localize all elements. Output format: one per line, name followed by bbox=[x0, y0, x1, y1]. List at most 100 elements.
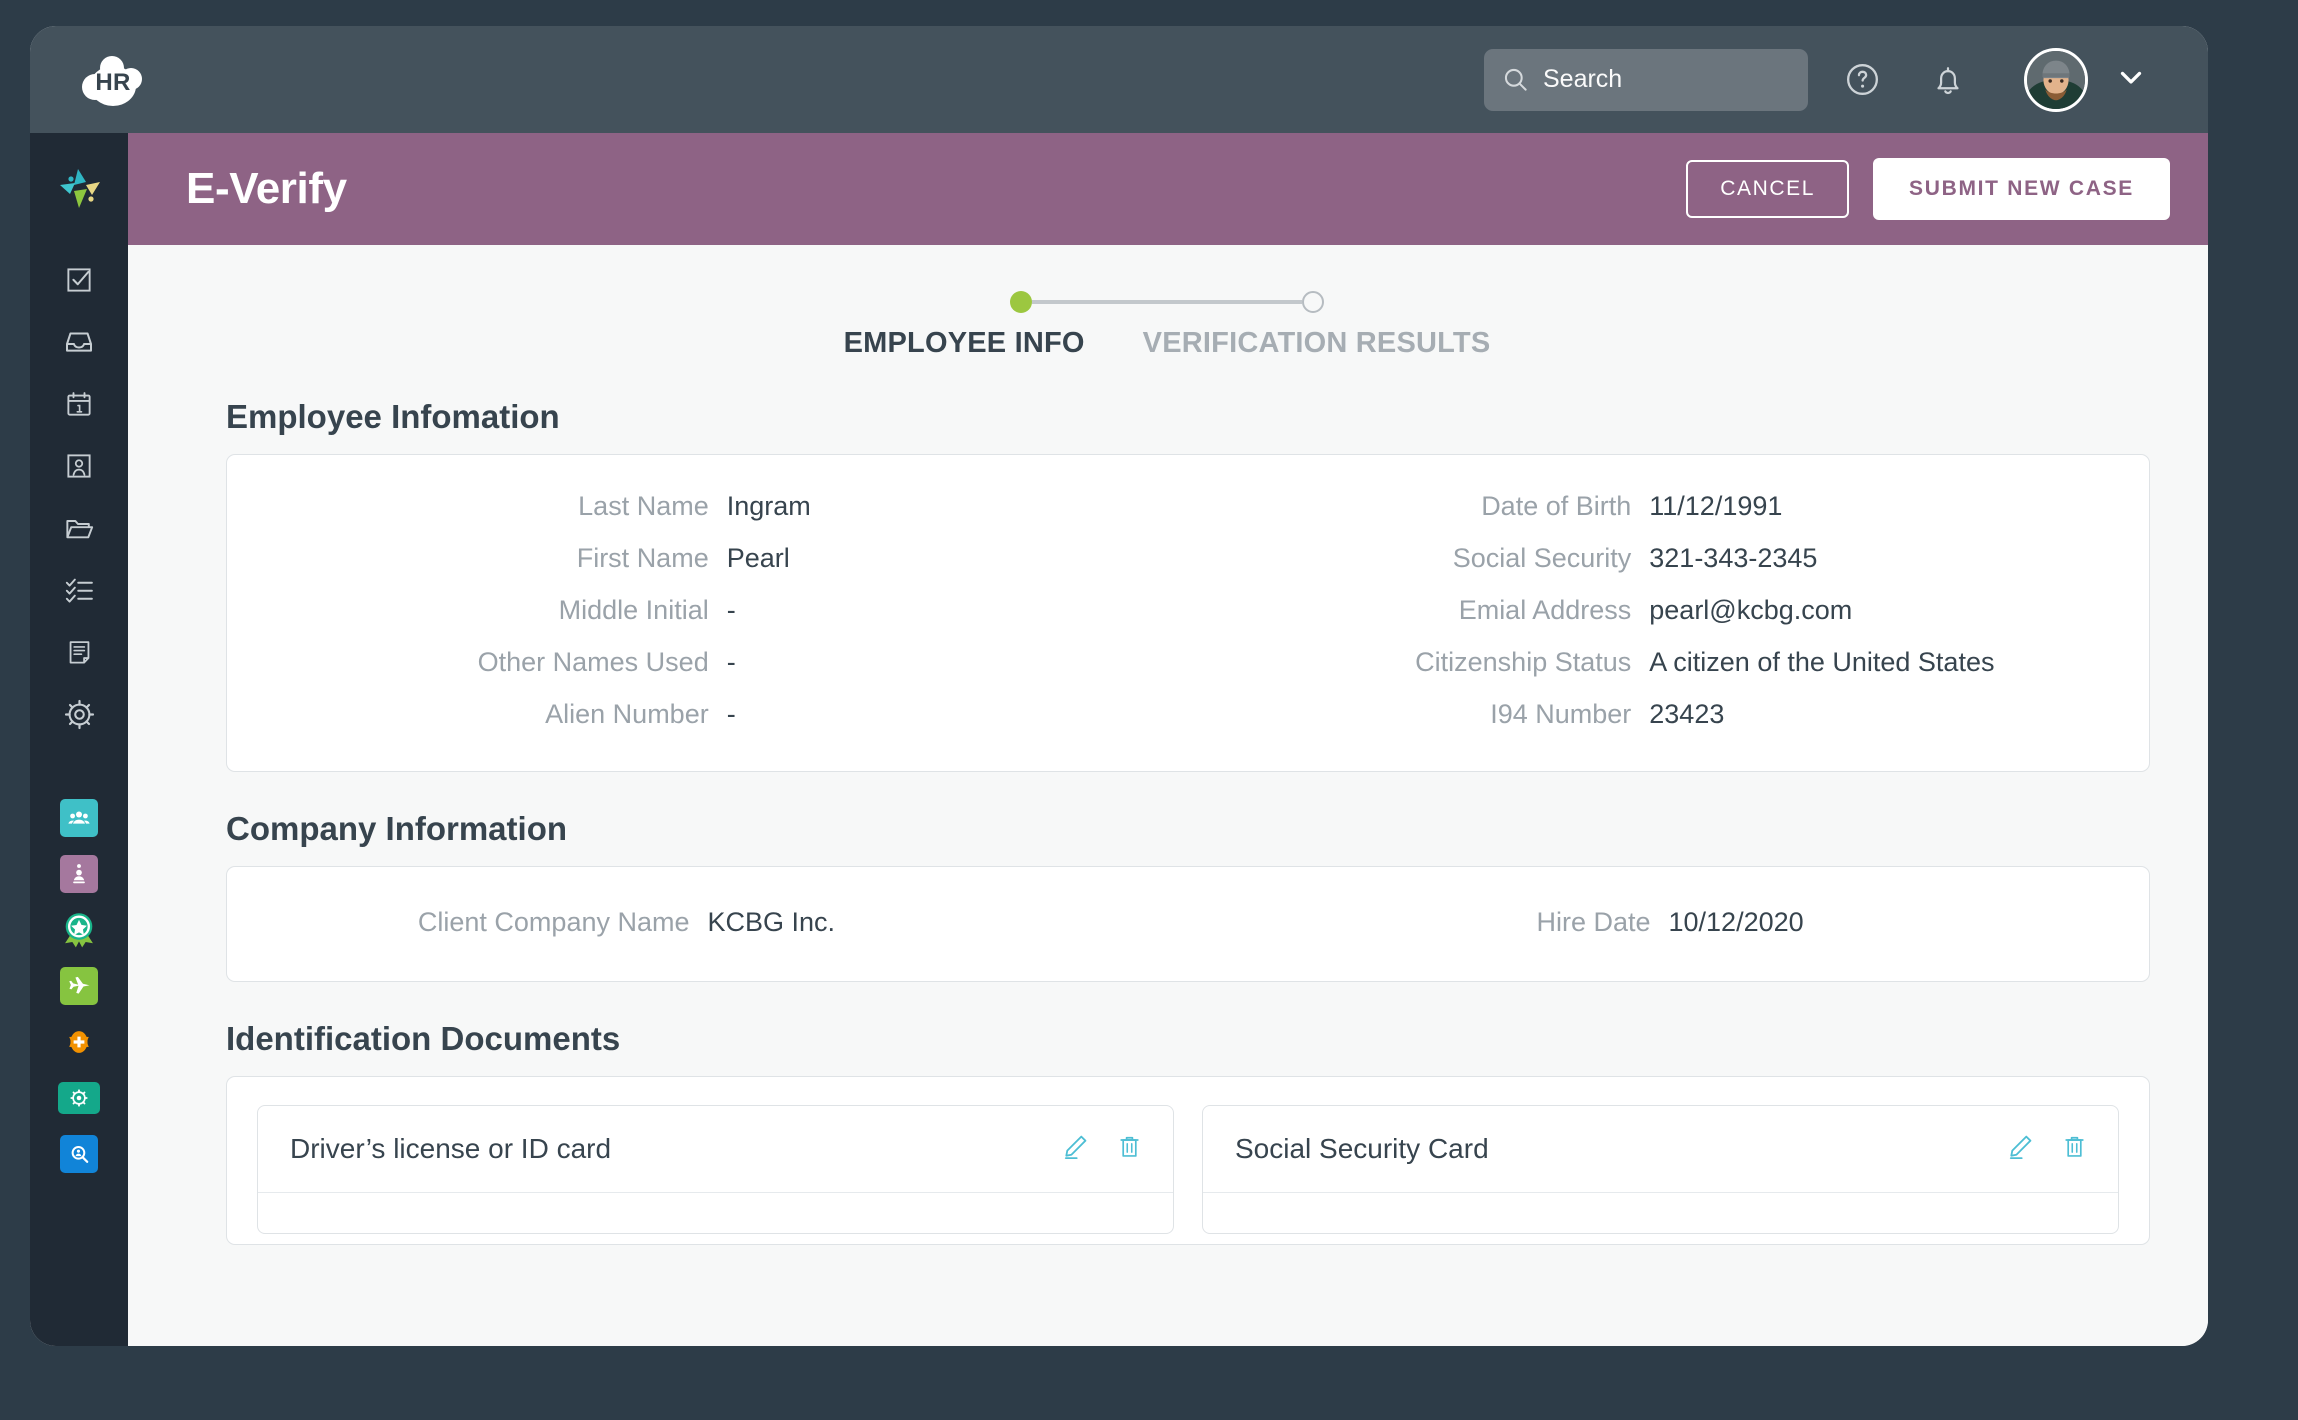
question-circle-icon bbox=[1846, 64, 1878, 95]
documents-section-title: Identification Documents bbox=[226, 1020, 621, 1057]
field-label: Emial Address bbox=[1458, 595, 1632, 625]
stepper-labels: EMPLOYEE INFO VERIFICATION RESULTS bbox=[844, 327, 1491, 360]
submit-new-case-button[interactable]: SUBMIT NEW CASE bbox=[1873, 158, 2170, 220]
stepper-track bbox=[844, 289, 1491, 315]
top-bar-actions: Search bbox=[1484, 47, 2148, 112]
step-dot-verification-results[interactable] bbox=[1301, 291, 1324, 313]
field-email-address: Emial Address pearl@kcbg.com bbox=[1188, 589, 2149, 631]
sidebar-item-tasks[interactable] bbox=[30, 257, 128, 303]
field-label: Date of Birth bbox=[1481, 491, 1632, 521]
sidebar-app-performance[interactable] bbox=[30, 907, 128, 953]
employee-info-card: Last Name Ingram First Name Pearl Middle… bbox=[226, 454, 2150, 772]
field-value: KCBG Inc. bbox=[707, 907, 836, 937]
app-body: E-Verify CANCEL SUBMIT NEW CASE EMPLOYEE… bbox=[30, 133, 2208, 1346]
company-section-title: Company Information bbox=[226, 810, 568, 847]
document-body bbox=[258, 1193, 1173, 1233]
field-value: 10/12/2020 bbox=[1668, 907, 1804, 937]
checkbox-icon bbox=[67, 268, 91, 292]
employee-section-title: Employee Infomation bbox=[226, 398, 560, 435]
field-value: Ingram bbox=[726, 491, 811, 521]
sidebar-item-reports[interactable] bbox=[30, 629, 128, 675]
calendar-icon bbox=[67, 392, 91, 416]
field-first-name: First Name Pearl bbox=[227, 537, 1188, 579]
edit-document-button[interactable] bbox=[1061, 1132, 1090, 1166]
company-info-card: Client Company Name KCBG Inc. Hire Date … bbox=[226, 866, 2150, 982]
field-value: - bbox=[726, 699, 736, 729]
bell-icon bbox=[1937, 66, 1959, 94]
cancel-button[interactable]: CANCEL bbox=[1686, 160, 1849, 218]
field-client-company-name: Client Company Name KCBG Inc. bbox=[227, 901, 1188, 943]
airplane-app-icon bbox=[60, 967, 98, 1005]
chevron-down-icon bbox=[2120, 71, 2142, 84]
top-bar: HR Search bbox=[30, 26, 2208, 133]
checklist-icon bbox=[65, 578, 93, 603]
page-content: EMPLOYEE INFO VERIFICATION RESULTS Emplo… bbox=[128, 245, 2208, 1346]
document-tile: Social Security Card bbox=[1202, 1105, 2119, 1234]
document-body bbox=[1203, 1193, 2118, 1233]
field-middle-initial: Middle Initial - bbox=[227, 589, 1188, 631]
delete-document-button[interactable] bbox=[1116, 1133, 1143, 1165]
help-button[interactable] bbox=[1830, 48, 1894, 112]
sidebar-item-calendar[interactable] bbox=[30, 381, 128, 427]
account-menu-button[interactable] bbox=[2114, 60, 2148, 99]
page-header-actions: CANCEL SUBMIT NEW CASE bbox=[1686, 158, 2170, 220]
employee-left-column: Last Name Ingram First Name Pearl Middle… bbox=[227, 485, 1188, 735]
company-left-column: Client Company Name KCBG Inc. bbox=[227, 901, 1188, 943]
sidebar-app-people[interactable] bbox=[30, 795, 128, 841]
field-other-names-used: Other Names Used - bbox=[227, 641, 1188, 683]
sidebar-item-documents[interactable] bbox=[30, 505, 128, 551]
field-hire-date: Hire Date 10/12/2020 bbox=[1188, 901, 2149, 943]
field-label: First Name bbox=[576, 543, 709, 573]
notifications-button[interactable] bbox=[1916, 48, 1980, 112]
sidebar-item-settings[interactable] bbox=[30, 691, 128, 737]
pencil-icon bbox=[1064, 1135, 1087, 1160]
field-label: Citizenship Status bbox=[1415, 647, 1632, 677]
hr-logo-text: HR bbox=[95, 68, 131, 96]
field-label: Alien Number bbox=[545, 699, 709, 729]
sidebar-app-benefits[interactable] bbox=[30, 1019, 128, 1065]
search-input[interactable]: Search bbox=[1484, 48, 1808, 111]
plus-shield-app-icon bbox=[60, 1023, 98, 1061]
tab-employee-info[interactable]: EMPLOYEE INFO bbox=[844, 327, 1085, 360]
tab-verification-results[interactable]: VERIFICATION RESULTS bbox=[1143, 327, 1491, 360]
sidebar-app-time-off[interactable] bbox=[30, 963, 128, 1009]
delete-document-button[interactable] bbox=[2061, 1133, 2088, 1165]
field-i94-number: I94 Number 23423 bbox=[1188, 693, 2149, 735]
search-icon bbox=[1504, 68, 1527, 91]
document-title: Driver’s license or ID card bbox=[290, 1133, 612, 1164]
gear-icon bbox=[64, 699, 94, 729]
clipboard-app-icon bbox=[60, 855, 98, 893]
trash-icon bbox=[1120, 1136, 1139, 1157]
edit-document-button[interactable] bbox=[2006, 1132, 2035, 1166]
identification-documents-card: Driver’s license or ID card Social Secur… bbox=[226, 1076, 2150, 1245]
document-title: Social Security Card bbox=[1235, 1133, 1489, 1164]
document-icon bbox=[69, 640, 89, 664]
main-area: E-Verify CANCEL SUBMIT NEW CASE EMPLOYEE… bbox=[128, 133, 2208, 1346]
field-value: 321-343-2345 bbox=[1649, 543, 1818, 573]
avatar-image bbox=[2027, 50, 2085, 109]
sidebar-app-verify[interactable] bbox=[30, 1131, 128, 1177]
employee-card-icon bbox=[67, 454, 91, 478]
field-label: Client Company Name bbox=[417, 907, 690, 937]
sidebar-brand[interactable] bbox=[30, 151, 128, 227]
sidebar-app-admin[interactable] bbox=[30, 1075, 128, 1121]
field-label: I94 Number bbox=[1490, 699, 1632, 729]
step-dot-employee-info[interactable] bbox=[1009, 291, 1032, 313]
page-header: E-Verify CANCEL SUBMIT NEW CASE bbox=[128, 133, 2208, 245]
sidebar-item-inbox[interactable] bbox=[30, 319, 128, 365]
field-value: Pearl bbox=[726, 543, 790, 573]
hr-cloud-logo[interactable]: HR bbox=[80, 54, 146, 106]
sidebar-app-onboarding[interactable] bbox=[30, 851, 128, 897]
field-date-of-birth: Date of Birth 11/12/1991 bbox=[1188, 485, 2149, 527]
field-value: 23423 bbox=[1649, 699, 1725, 729]
sidebar-item-employees[interactable] bbox=[30, 443, 128, 489]
employee-right-column: Date of Birth 11/12/1991 Social Security… bbox=[1188, 485, 2149, 735]
search-placeholder-text: Search bbox=[1543, 65, 1623, 93]
sidebar-item-checklist[interactable] bbox=[30, 567, 128, 613]
app-window: HR Search E-Verify CANCEL SUBMIT NEW CAS… bbox=[30, 26, 2208, 1346]
avatar[interactable] bbox=[2024, 47, 2088, 112]
field-alien-number: Alien Number - bbox=[227, 693, 1188, 735]
stepper: EMPLOYEE INFO VERIFICATION RESULTS bbox=[170, 245, 2164, 360]
company-right-column: Hire Date 10/12/2020 bbox=[1188, 901, 2149, 943]
field-label: Last Name bbox=[578, 491, 709, 521]
